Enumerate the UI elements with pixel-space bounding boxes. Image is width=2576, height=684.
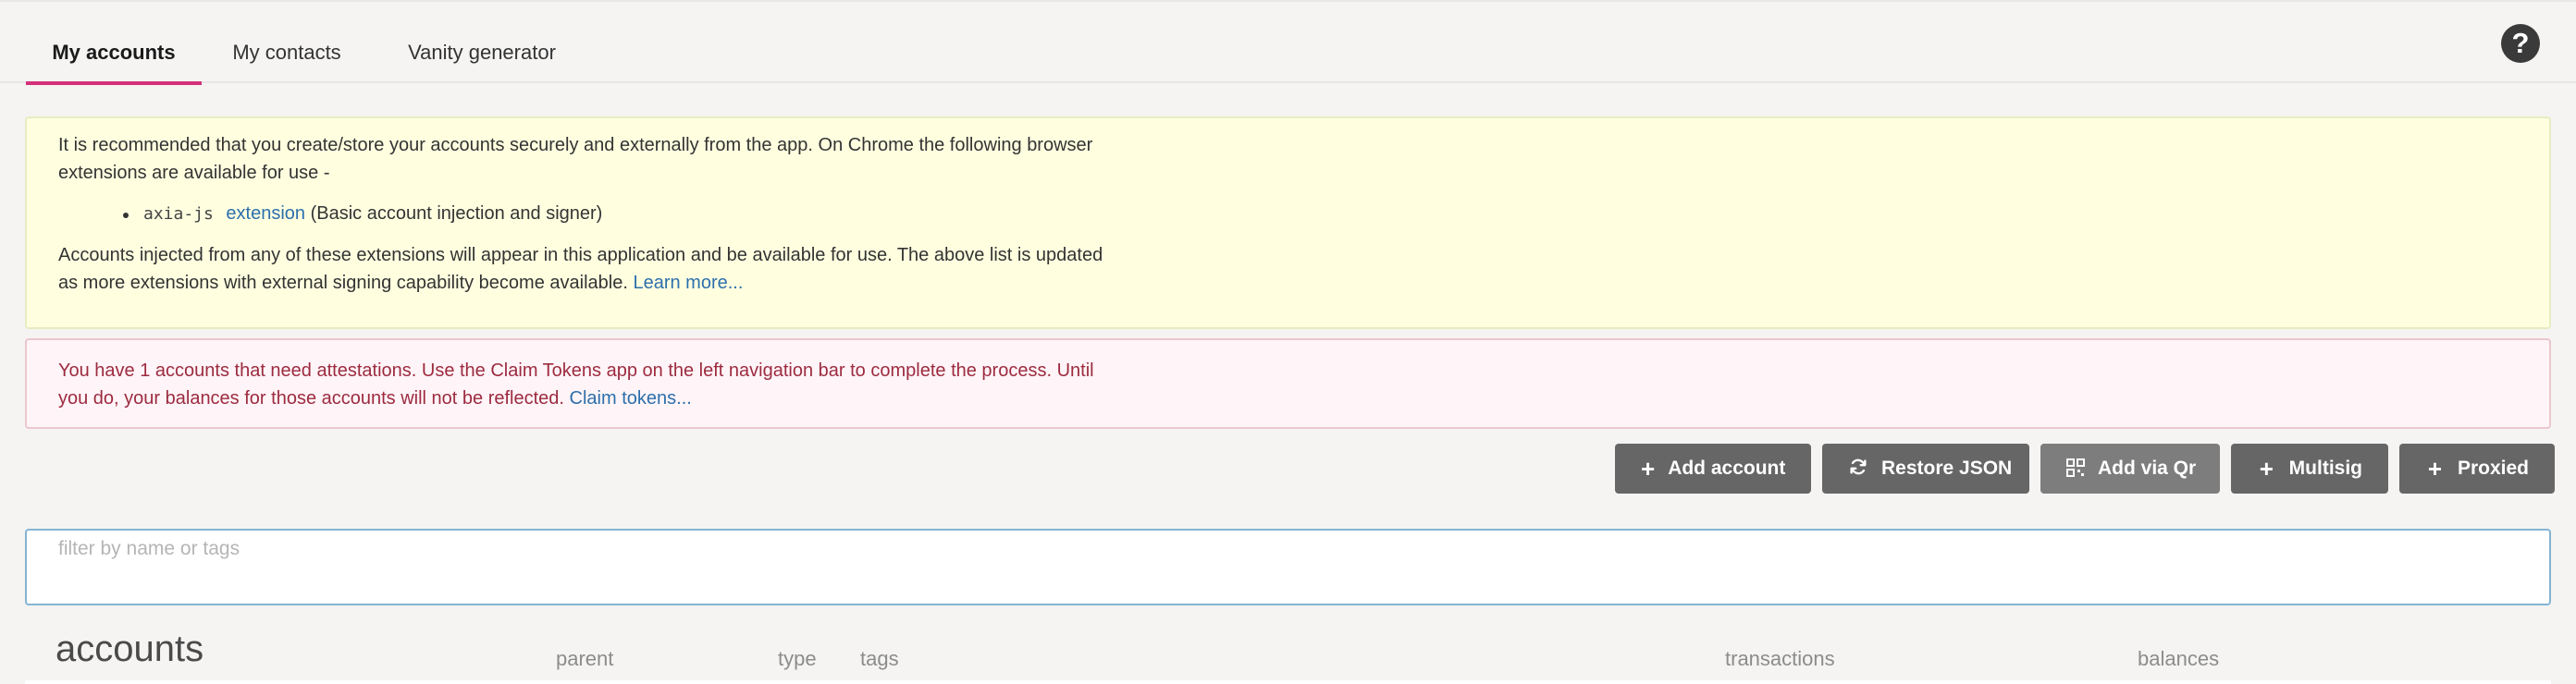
account-actions: + Add account Restore JSON Add via Qr + … [1615, 444, 2555, 494]
add-account-label: Add account [1668, 458, 1786, 479]
add-via-qr-button[interactable]: Add via Qr [2040, 444, 2220, 494]
proxied-button[interactable]: + Proxied [2399, 444, 2555, 494]
plus-icon: + [1641, 455, 1656, 482]
warning-message: You have 1 accounts that need attestatio… [58, 357, 1103, 412]
column-header-balances: balances [2138, 647, 2220, 670]
add-via-qr-label: Add via Qr [2098, 458, 2197, 479]
plus-icon: + [2259, 455, 2274, 482]
info-outro-text: Accounts injected from any of these exte… [58, 245, 1103, 293]
claim-tokens-link[interactable]: Claim tokens... [570, 388, 692, 409]
info-banner: It is recommended that you create/store … [25, 116, 2551, 329]
table-header-divider [25, 680, 2551, 684]
info-intro: It is recommended that you create/store … [58, 135, 1093, 183]
multisig-button[interactable]: + Multisig [2231, 444, 2388, 494]
extension-list: axia-js extension (Basic account injecti… [58, 200, 2518, 228]
multisig-label: Multisig [2288, 458, 2362, 479]
column-header-parent: parent [556, 647, 614, 670]
info-outro: Accounts injected from any of these exte… [58, 241, 1103, 297]
filter-input[interactable] [25, 529, 2551, 605]
accounts-table-title: accounts [55, 629, 204, 669]
column-header-tags: tags [860, 647, 899, 670]
proxied-label: Proxied [2457, 458, 2529, 479]
tab-my-accounts[interactable]: My accounts [26, 2, 202, 85]
extension-link[interactable]: extension [226, 203, 305, 224]
list-item: axia-js extension (Basic account injecti… [58, 200, 2518, 228]
extension-code: axia-js [143, 204, 214, 224]
add-account-button[interactable]: + Add account [1615, 444, 1811, 494]
restore-json-button[interactable]: Restore JSON [1822, 444, 2029, 494]
sync-icon [1848, 457, 1868, 481]
tabs-bar: My accounts My contacts Vanity generator… [0, 0, 2576, 85]
attestation-warning-banner: You have 1 accounts that need attestatio… [25, 338, 2551, 429]
question-circle-icon[interactable]: ? [2501, 24, 2540, 63]
column-header-type: type [778, 647, 817, 670]
plus-icon: + [2427, 455, 2443, 482]
learn-more-link[interactable]: Learn more... [633, 273, 743, 293]
column-header-transactions: transactions [1725, 647, 1835, 670]
extension-desc: (Basic account injection and signer) [310, 203, 603, 224]
tab-my-contacts[interactable]: My contacts [215, 2, 359, 83]
tab-vanity-generator[interactable]: Vanity generator [387, 2, 577, 83]
restore-json-label: Restore JSON [1881, 458, 2013, 479]
qrcode-icon [2066, 457, 2085, 481]
